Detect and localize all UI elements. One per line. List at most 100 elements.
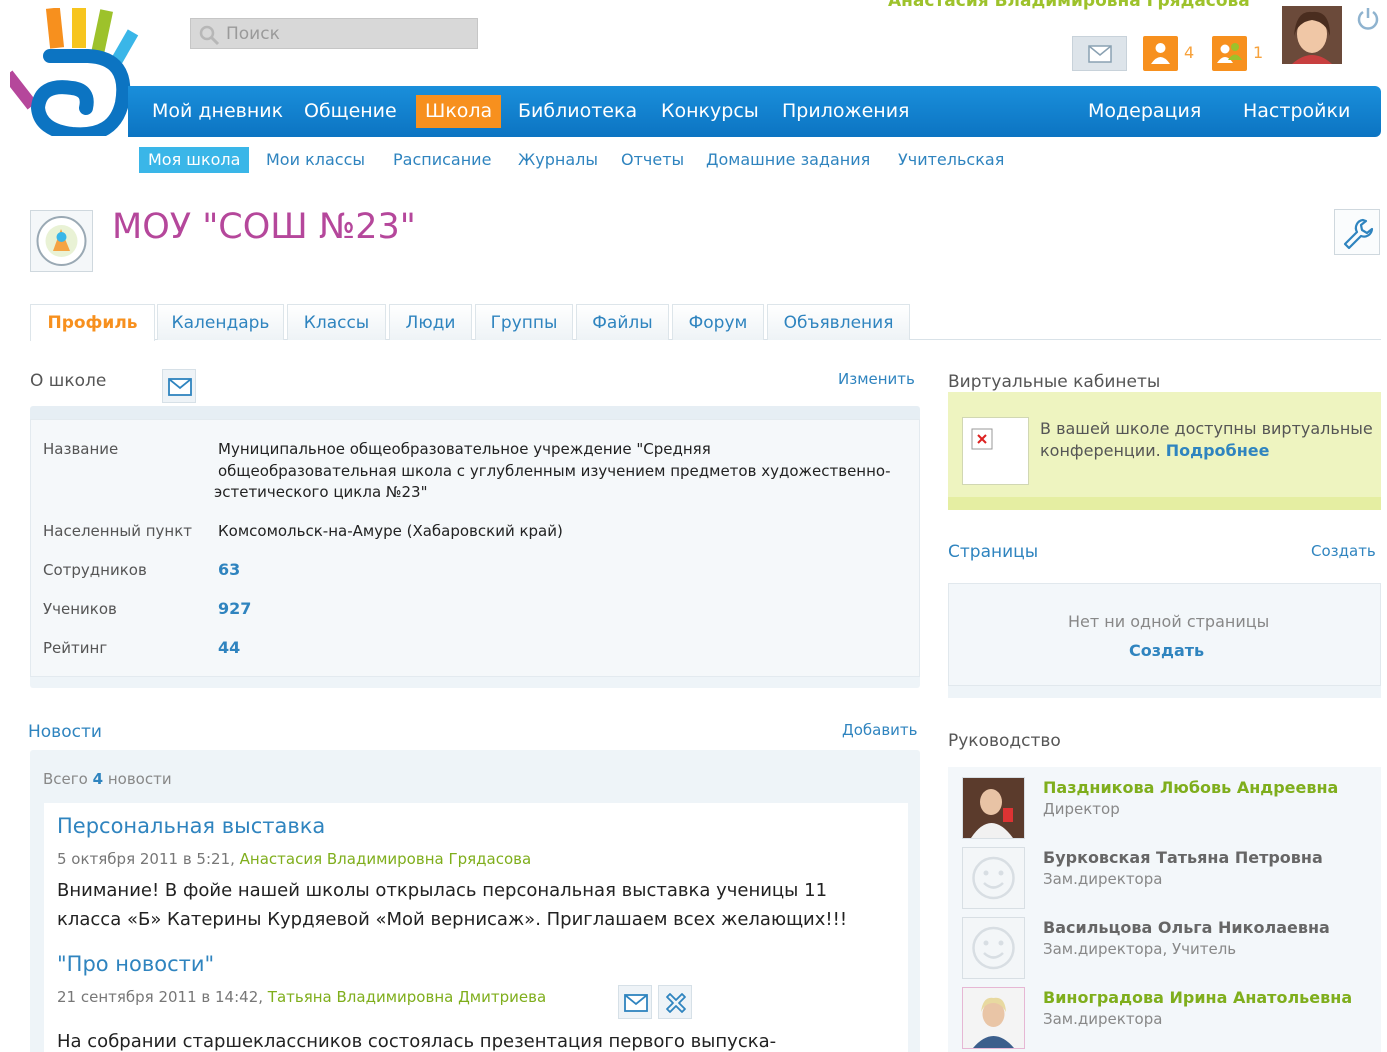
search-icon — [198, 24, 220, 50]
news-item-text-line1: На собрании старшеклассников состоялась … — [57, 1031, 777, 1052]
subnav-my-school[interactable]: Моя школа — [139, 147, 250, 173]
news-item-title[interactable]: "Про новости" — [57, 952, 214, 976]
subnav-journals[interactable]: Журналы — [518, 147, 598, 173]
broken-image-icon — [962, 417, 1029, 485]
search-input[interactable]: Поиск — [190, 18, 478, 49]
news-total: Всего 4 новости — [43, 770, 172, 788]
nav-my-diary[interactable]: Мой дневник — [152, 86, 283, 137]
leader-role: Зам.директора, Учитель — [1043, 940, 1237, 958]
nav-settings[interactable]: Настройки — [1243, 86, 1350, 137]
envelope-icon — [1088, 45, 1112, 67]
tab-profile[interactable]: Профиль — [30, 304, 155, 341]
edit-about-link[interactable]: Изменить — [838, 370, 915, 388]
leader-role: Зам.директора — [1043, 870, 1163, 888]
nav-moderation[interactable]: Модерация — [1088, 86, 1201, 137]
staff-label: Сотрудников — [43, 561, 147, 579]
subnav-reports[interactable]: Отчеты — [621, 147, 684, 173]
name-value-line1: Муниципальное общеобразовательное учрежд… — [218, 440, 711, 458]
subnav-schedule[interactable]: Расписание — [393, 147, 491, 173]
subnav-my-classes[interactable]: Мои классы — [266, 147, 365, 173]
avatar[interactable] — [962, 777, 1025, 839]
pages-section-title[interactable]: Страницы — [948, 542, 1038, 562]
school-settings-button[interactable] — [1334, 209, 1380, 255]
avatar[interactable] — [962, 987, 1025, 1049]
leader-role: Зам.директора — [1043, 1010, 1163, 1028]
news-item-meta: 5 октября 2011 в 5:21, Анастасия Владими… — [57, 850, 531, 868]
tab-groups[interactable]: Группы — [475, 304, 573, 340]
rating-link[interactable]: 44 — [218, 638, 240, 657]
name-value-line3: эстетического цикла №23" — [214, 483, 428, 501]
nav-communication[interactable]: Общение — [304, 86, 397, 137]
messages-button[interactable] — [1072, 36, 1127, 71]
people-icon — [1212, 36, 1247, 71]
tab-classes[interactable]: Классы — [287, 304, 386, 340]
create-page-link[interactable]: Создать — [1311, 542, 1376, 560]
nav-apps[interactable]: Приложения — [782, 86, 909, 137]
avatar-placeholder[interactable] — [962, 847, 1025, 909]
pages-panel — [948, 583, 1381, 686]
add-news-link[interactable]: Добавить — [842, 721, 918, 739]
news-item-date: 21 сентября 2011 в 14:42, — [57, 988, 264, 1006]
search-placeholder: Поиск — [226, 24, 280, 44]
virtual-rooms-more-link[interactable]: Подробнее — [1166, 441, 1270, 460]
subnav-homework[interactable]: Домашние задания — [706, 147, 870, 173]
group-invites-button[interactable]: 1 — [1212, 36, 1269, 71]
rating-label: Рейтинг — [43, 639, 108, 657]
leadership-section-title: Руководство — [948, 731, 1061, 751]
city-label: Населенный пункт — [43, 522, 193, 540]
avatar-placeholder[interactable] — [962, 917, 1025, 979]
students-label: Учеников — [43, 600, 117, 618]
wrench-icon — [1341, 216, 1375, 254]
virtual-rooms-text-line1: В вашей школе доступны виртуальные — [1040, 419, 1373, 438]
pages-panel-bottom — [948, 686, 1381, 698]
nav-library[interactable]: Библиотека — [518, 86, 637, 137]
user-name-link[interactable]: Анастасия Владимировна Грядасова — [888, 0, 1250, 11]
news-message-button[interactable] — [618, 985, 652, 1019]
user-avatar[interactable] — [1282, 6, 1342, 64]
school-emblem — [30, 210, 93, 272]
virtual-rooms-text: конференции. — [1040, 441, 1161, 460]
leader-name-link[interactable]: Виноградова Ирина Анатольевна — [1043, 988, 1352, 1007]
logout-power-icon[interactable] — [1355, 6, 1381, 36]
name-label: Название — [43, 440, 119, 458]
news-item-author[interactable]: Анастасия Владимировна Грядасова — [240, 850, 532, 868]
nav-contests[interactable]: Конкурсы — [661, 86, 759, 137]
news-item-text-line1: Внимание! В фойе нашей школы открылась п… — [57, 880, 828, 901]
news-section-title[interactable]: Новости — [28, 722, 102, 742]
pages-empty-text: Нет ни одной страницы — [1068, 612, 1270, 631]
tab-files[interactable]: Файлы — [576, 304, 669, 340]
subnav-teachers-room[interactable]: Учительская — [898, 147, 1004, 173]
tab-announcements[interactable]: Объявления — [767, 304, 910, 340]
news-item-author[interactable]: Татьяна Владимировна Дмитриева — [268, 988, 546, 1006]
news-item-date: 5 октября 2011 в 5:21, — [57, 850, 235, 868]
nav-school[interactable]: Школа — [416, 95, 502, 128]
friend-requests-button[interactable]: 4 — [1143, 36, 1198, 71]
news-total-suffix: новости — [107, 770, 172, 788]
staff-count-link[interactable]: 63 — [218, 560, 240, 579]
virtual-rooms-title: Виртуальные кабинеты — [948, 372, 1161, 392]
name-value-line2: общеобразовательная школа с углубленным … — [218, 462, 891, 480]
envelope-icon — [168, 378, 192, 400]
leader-name-link[interactable]: Бурковская Татьяна Петровна — [1043, 848, 1323, 867]
create-page-button[interactable]: Создать — [1129, 641, 1204, 660]
news-item-title[interactable]: Персональная выставка — [57, 814, 325, 838]
tab-calendar[interactable]: Календарь — [157, 304, 284, 340]
leader-role: Директор — [1043, 800, 1120, 818]
person-icon — [1143, 36, 1178, 71]
tab-forum[interactable]: Форум — [672, 304, 764, 340]
news-delete-button[interactable] — [658, 985, 692, 1019]
leader-name-link[interactable]: Паздникова Любовь Андреевна — [1043, 778, 1338, 797]
site-logo[interactable] — [2, 7, 143, 142]
delete-cross-icon — [664, 991, 688, 1019]
school-title: МОУ "СОШ №23" — [112, 207, 416, 247]
about-section-title: О школе — [30, 371, 107, 391]
news-item-meta: 21 сентября 2011 в 14:42, Татьяна Владим… — [57, 988, 546, 1006]
tab-people[interactable]: Люди — [389, 304, 472, 340]
contact-school-button[interactable] — [162, 369, 196, 403]
news-total-prefix: Всего — [43, 770, 88, 788]
main-navigation: Мой дневник Общение Школа Библиотека Кон… — [128, 86, 1381, 137]
friend-requests-count: 4 — [1184, 43, 1195, 62]
students-count-link[interactable]: 927 — [218, 599, 251, 618]
news-total-count: 4 — [92, 770, 104, 788]
leader-name-link[interactable]: Васильцова Ольга Николаевна — [1043, 918, 1330, 937]
